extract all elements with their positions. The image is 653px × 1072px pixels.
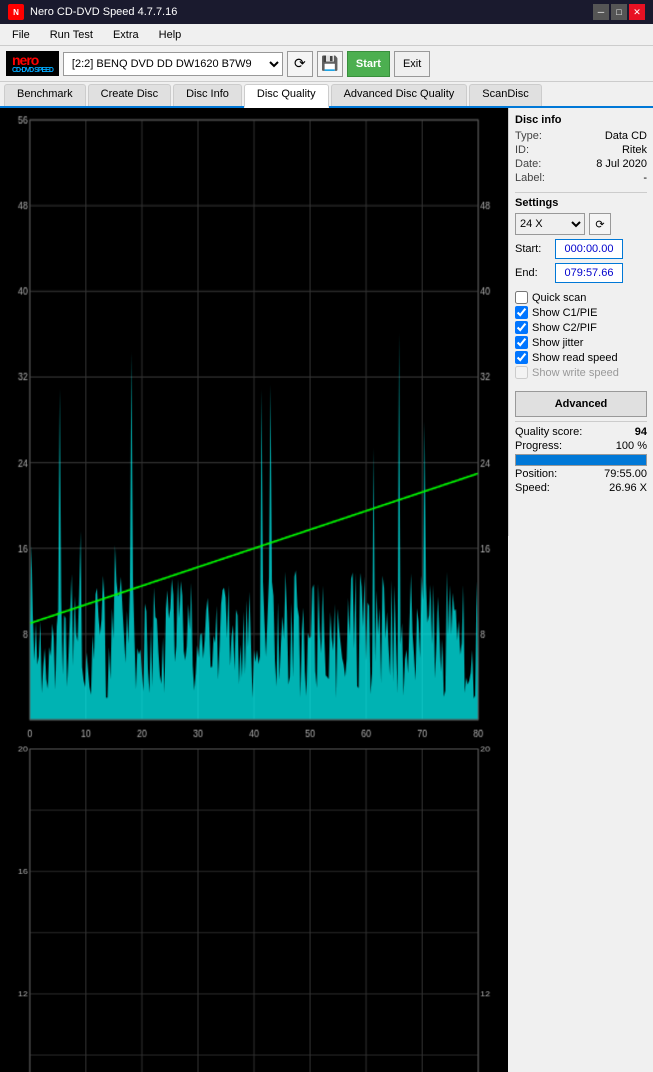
quality-score-label: Quality score: bbox=[515, 426, 582, 438]
title-bar-controls: ─ □ ✕ bbox=[593, 4, 645, 20]
right-panel: Disc info Type: Data CD ID: Ritek Date: … bbox=[508, 108, 653, 536]
disc-type-value: Data CD bbox=[605, 130, 647, 142]
jitter-label-cb: Show jitter bbox=[532, 337, 583, 349]
menu-extra[interactable]: Extra bbox=[105, 27, 147, 43]
lower-chart bbox=[2, 744, 506, 1072]
start-row: Start: bbox=[515, 239, 647, 259]
tab-advanced-disc-quality[interactable]: Advanced Disc Quality bbox=[331, 84, 468, 106]
c1pie-checkbox[interactable] bbox=[515, 306, 528, 319]
refresh-button[interactable]: ⟳ bbox=[287, 51, 313, 77]
charts-section: C1 Errors Average: 2.10 Maximum: 36 Tota… bbox=[0, 108, 508, 536]
menu-file[interactable]: File bbox=[4, 27, 38, 43]
toolbar: nero CD·DVD SPEED [2:2] BENQ DVD DD DW16… bbox=[0, 46, 653, 82]
quick-scan-checkbox[interactable] bbox=[515, 291, 528, 304]
settings-title: Settings bbox=[515, 197, 647, 209]
jitter-checkbox[interactable] bbox=[515, 336, 528, 349]
disc-label-row: Label: - bbox=[515, 172, 647, 184]
quality-score-value: 94 bbox=[635, 426, 647, 438]
disc-id-row: ID: Ritek bbox=[515, 144, 647, 156]
read-speed-label: Show read speed bbox=[532, 352, 618, 364]
minimize-button[interactable]: ─ bbox=[593, 4, 609, 20]
title-bar-text: Nero CD-DVD Speed 4.7.7.16 bbox=[30, 6, 177, 18]
save-button[interactable]: 💾 bbox=[317, 51, 343, 77]
title-bar-left: N Nero CD-DVD Speed 4.7.7.16 bbox=[8, 4, 177, 20]
disc-info-section: Disc info Type: Data CD ID: Ritek Date: … bbox=[515, 114, 647, 184]
maximize-button[interactable]: □ bbox=[611, 4, 627, 20]
end-row: End: bbox=[515, 263, 647, 283]
speed-row: 24 X 8 X 16 X 32 X MAX ⟳ bbox=[515, 213, 647, 235]
title-bar: N Nero CD-DVD Speed 4.7.7.16 ─ □ ✕ bbox=[0, 0, 653, 24]
settings-refresh-btn[interactable]: ⟳ bbox=[589, 213, 611, 235]
upper-chart bbox=[2, 110, 506, 742]
progress-value: 100 % bbox=[616, 440, 647, 452]
disc-info-title: Disc info bbox=[515, 114, 647, 126]
position-label: Position: bbox=[515, 468, 557, 480]
cb-write-speed: Show write speed bbox=[515, 366, 647, 379]
tab-create-disc[interactable]: Create Disc bbox=[88, 84, 171, 106]
tab-disc-info[interactable]: Disc Info bbox=[173, 84, 242, 106]
settings-section: Settings 24 X 8 X 16 X 32 X MAX ⟳ Start:… bbox=[515, 197, 647, 283]
position-row: Position: 79:55.00 bbox=[515, 468, 647, 480]
exit-button[interactable]: Exit bbox=[394, 51, 430, 77]
write-speed-label: Show write speed bbox=[532, 367, 619, 379]
disc-label-value: - bbox=[643, 172, 647, 184]
speed-label-q: Speed: bbox=[515, 482, 550, 494]
end-label: End: bbox=[515, 267, 551, 279]
start-input[interactable] bbox=[555, 239, 623, 259]
checkboxes-section: Quick scan Show C1/PIE Show C2/PIF Show … bbox=[515, 291, 647, 379]
disc-id-label: ID: bbox=[515, 144, 529, 156]
c2pif-label: Show C2/PIF bbox=[532, 322, 597, 334]
disc-type-label: Type: bbox=[515, 130, 542, 142]
quick-scan-label: Quick scan bbox=[532, 292, 586, 304]
read-speed-checkbox[interactable] bbox=[515, 351, 528, 364]
start-button[interactable]: Start bbox=[347, 51, 390, 77]
close-button[interactable]: ✕ bbox=[629, 4, 645, 20]
write-speed-checkbox bbox=[515, 366, 528, 379]
cb-read-speed: Show read speed bbox=[515, 351, 647, 364]
quality-section: Quality score: 94 Progress: 100 % Positi… bbox=[515, 426, 647, 494]
c2pif-checkbox[interactable] bbox=[515, 321, 528, 334]
charts-wrapper bbox=[0, 108, 508, 1072]
disc-date-label: Date: bbox=[515, 158, 541, 170]
app-icon: N bbox=[8, 4, 24, 20]
end-input[interactable] bbox=[555, 263, 623, 283]
progress-bar-container bbox=[515, 454, 647, 466]
cb-c2pif: Show C2/PIF bbox=[515, 321, 647, 334]
menu-run-test[interactable]: Run Test bbox=[42, 27, 101, 43]
disc-label-label: Label: bbox=[515, 172, 545, 184]
tab-benchmark[interactable]: Benchmark bbox=[4, 84, 86, 106]
speed-select[interactable]: 24 X 8 X 16 X 32 X MAX bbox=[515, 213, 585, 235]
tab-disc-quality[interactable]: Disc Quality bbox=[244, 84, 329, 108]
tabs: Benchmark Create Disc Disc Info Disc Qua… bbox=[0, 82, 653, 108]
disc-date-row: Date: 8 Jul 2020 bbox=[515, 158, 647, 170]
speed-value-q: 26.96 X bbox=[609, 482, 647, 494]
progress-label: Progress: bbox=[515, 440, 562, 452]
nero-logo: nero CD·DVD SPEED bbox=[6, 51, 59, 77]
menu-bar: File Run Test Extra Help bbox=[0, 24, 653, 46]
progress-bar-inner bbox=[516, 455, 646, 465]
advanced-button[interactable]: Advanced bbox=[515, 391, 647, 417]
progress-row: Progress: 100 % bbox=[515, 440, 647, 452]
start-label: Start: bbox=[515, 243, 551, 255]
position-value: 79:55.00 bbox=[604, 468, 647, 480]
menu-help[interactable]: Help bbox=[151, 27, 190, 43]
cb-c1pie: Show C1/PIE bbox=[515, 306, 647, 319]
disc-date-value: 8 Jul 2020 bbox=[596, 158, 647, 170]
speed-row-quality: Speed: 26.96 X bbox=[515, 482, 647, 494]
cb-jitter: Show jitter bbox=[515, 336, 647, 349]
cb-quick-scan: Quick scan bbox=[515, 291, 647, 304]
tab-scan-disc[interactable]: ScanDisc bbox=[469, 84, 541, 106]
main-area: C1 Errors Average: 2.10 Maximum: 36 Tota… bbox=[0, 108, 653, 536]
progress-bar-outer bbox=[515, 454, 647, 466]
disc-id-value: Ritek bbox=[622, 144, 647, 156]
quality-score-row: Quality score: 94 bbox=[515, 426, 647, 438]
drive-select[interactable]: [2:2] BENQ DVD DD DW1620 B7W9 bbox=[63, 52, 283, 76]
c1pie-label: Show C1/PIE bbox=[532, 307, 597, 319]
disc-type-row: Type: Data CD bbox=[515, 130, 647, 142]
